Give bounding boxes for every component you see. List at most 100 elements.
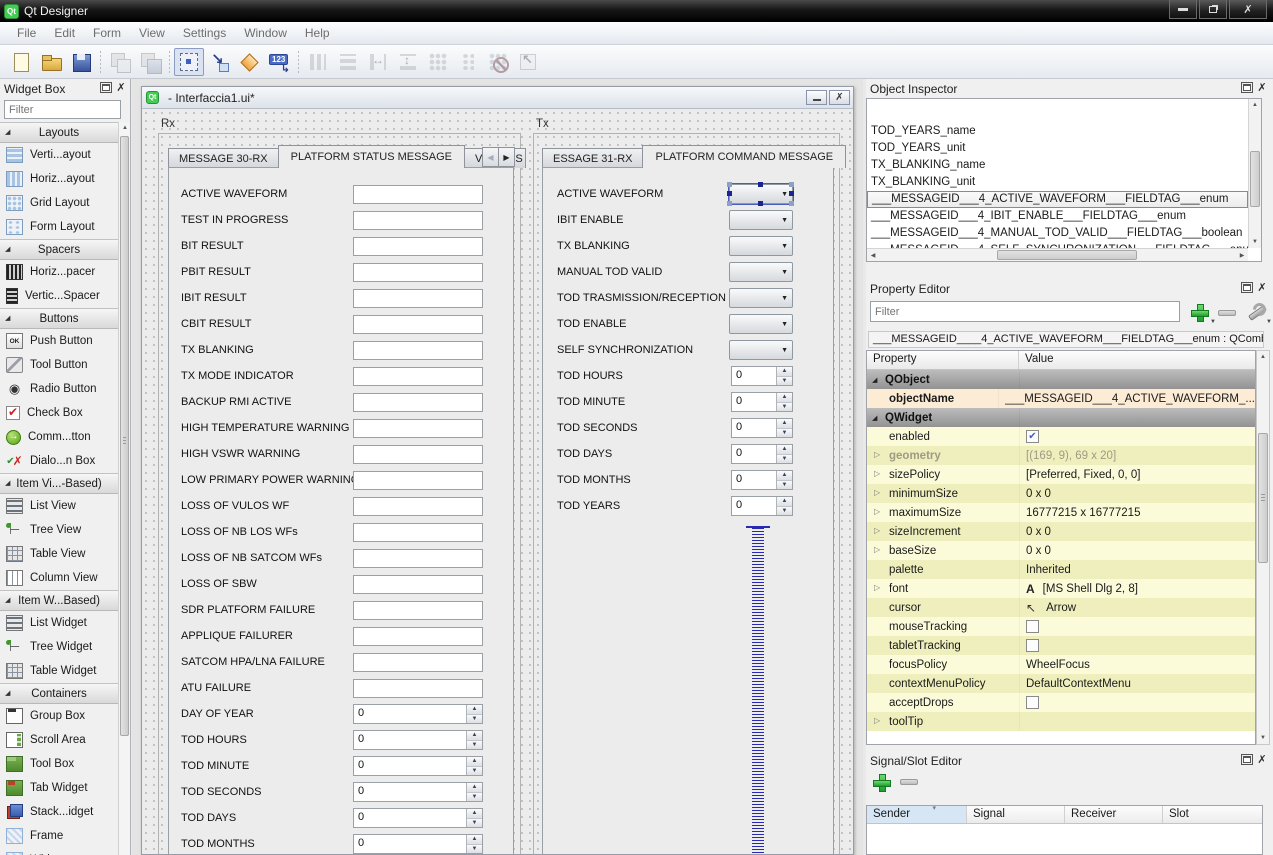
property-row[interactable]: tabletTracking bbox=[867, 636, 1255, 655]
property-row[interactable]: mouseTracking bbox=[867, 617, 1255, 636]
spin-box[interactable]: 0 bbox=[731, 496, 793, 516]
spin-box[interactable]: 0 bbox=[731, 418, 793, 438]
add-dynamic-property-button[interactable] bbox=[1190, 303, 1208, 321]
inspector-item[interactable]: TX_BLANKING_name bbox=[867, 157, 1248, 174]
column-header[interactable]: Slot bbox=[1163, 806, 1262, 823]
widgetbox-entry[interactable]: List Widget bbox=[0, 611, 118, 635]
inspector-item[interactable]: TX_BLANKING_unit bbox=[867, 174, 1248, 191]
scroll-left-icon[interactable] bbox=[867, 249, 879, 261]
widgetbox-entry[interactable]: Group Box bbox=[0, 704, 118, 728]
form-window-titlebar[interactable]: Qt - Interfaccia1.ui* ✗ bbox=[142, 87, 853, 109]
spin-box[interactable]: 0 bbox=[353, 782, 483, 802]
object-inspector-vscrollbar[interactable] bbox=[1248, 99, 1261, 248]
tab-scroll-left-icon[interactable]: ◀ bbox=[482, 147, 499, 167]
spin-arrows-icon[interactable] bbox=[776, 393, 792, 411]
scrollbar-thumb[interactable] bbox=[1258, 433, 1268, 563]
float-dock-button[interactable] bbox=[1241, 282, 1253, 293]
edit-signals-slots-button[interactable] bbox=[204, 48, 234, 76]
line-edit[interactable] bbox=[353, 237, 483, 256]
widgetbox-entry[interactable]: Containers bbox=[0, 683, 118, 704]
line-edit[interactable] bbox=[353, 419, 483, 438]
checkbox[interactable] bbox=[1026, 639, 1039, 652]
edit-widgets-button[interactable] bbox=[174, 48, 204, 76]
widgetbox-entry[interactable]: Tab Widget bbox=[0, 776, 118, 800]
spin-box[interactable]: 0 bbox=[731, 470, 793, 490]
widgetbox-entry[interactable]: Comm...tton bbox=[0, 425, 118, 449]
line-edit[interactable] bbox=[353, 575, 483, 594]
widgetbox-entry[interactable]: Tree View bbox=[0, 518, 118, 542]
tx-group-box[interactable]: Tx ESSAGE 31-RX PLATFORM COMMAND MESSAGE bbox=[533, 133, 840, 854]
column-header[interactable]: Receiver bbox=[1065, 806, 1163, 823]
widgetbox-entry[interactable]: Verti...ayout bbox=[0, 143, 118, 167]
widgetbox-entry[interactable]: Scroll Area bbox=[0, 728, 118, 752]
widgetbox-scrollbar[interactable] bbox=[118, 122, 130, 855]
remove-connection-button[interactable] bbox=[900, 779, 918, 785]
widgetbox-entry[interactable]: Column View bbox=[0, 566, 118, 590]
property-value-cell[interactable] bbox=[1019, 693, 1255, 712]
spin-arrows-icon[interactable] bbox=[466, 809, 482, 827]
menu-item[interactable]: Window bbox=[235, 24, 296, 42]
spin-arrows-icon[interactable] bbox=[466, 705, 482, 723]
spin-box[interactable]: 0 bbox=[353, 704, 483, 724]
widgetbox-entry[interactable]: Item W...Based) bbox=[0, 590, 118, 611]
property-row[interactable]: focusPolicy WheelFocus bbox=[867, 655, 1255, 674]
tab-scroll-right-icon[interactable]: ▶ bbox=[498, 147, 515, 167]
property-editor-scrollbar[interactable] bbox=[1256, 350, 1270, 745]
inspector-item[interactable]: TOD_YEARS_unit bbox=[867, 140, 1248, 157]
line-edit[interactable] bbox=[353, 523, 483, 542]
layout-vertical-button[interactable] bbox=[333, 48, 363, 76]
line-edit[interactable] bbox=[353, 341, 483, 360]
combo-box[interactable] bbox=[729, 288, 793, 308]
scrollbar-thumb[interactable] bbox=[1250, 151, 1260, 207]
widgetbox-entry[interactable]: Layouts bbox=[0, 122, 118, 143]
line-edit[interactable] bbox=[353, 393, 483, 412]
widgetbox-entry[interactable]: Dialo...n Box bbox=[0, 449, 118, 473]
property-value-cell[interactable] bbox=[1019, 712, 1255, 731]
line-edit[interactable] bbox=[353, 627, 483, 646]
menu-item[interactable]: File bbox=[8, 24, 45, 42]
property-value-cell[interactable]: [Preferred, Fixed, 0, 0] bbox=[1019, 465, 1255, 484]
property-row[interactable]: font [MS Shell Dlg 2, 8] bbox=[867, 579, 1255, 598]
layout-horizontal-button[interactable] bbox=[303, 48, 333, 76]
property-row[interactable]: QObject bbox=[867, 370, 1255, 389]
adjust-size-button[interactable] bbox=[513, 48, 543, 76]
property-value-cell[interactable]: 16777215 x 16777215 bbox=[1019, 503, 1255, 522]
cascade-windows-button[interactable] bbox=[105, 48, 135, 76]
property-row[interactable]: toolTip bbox=[867, 712, 1255, 731]
checkbox[interactable] bbox=[1026, 696, 1039, 709]
restore-button[interactable] bbox=[1199, 0, 1227, 19]
line-edit[interactable] bbox=[353, 497, 483, 516]
widgetbox-entry[interactable]: Grid Layout bbox=[0, 191, 118, 215]
scroll-right-icon[interactable] bbox=[1236, 249, 1248, 261]
line-edit[interactable] bbox=[353, 185, 483, 204]
combo-box[interactable] bbox=[729, 262, 793, 282]
widgetbox-entry[interactable]: Radio Button bbox=[0, 377, 118, 401]
property-row[interactable]: minimumSize 0 x 0 bbox=[867, 484, 1255, 503]
close-dock-button[interactable]: ✗ bbox=[1256, 82, 1268, 93]
widgetbox-entry[interactable]: Tool Button bbox=[0, 353, 118, 377]
tile-windows-button[interactable] bbox=[135, 48, 165, 76]
line-edit[interactable] bbox=[353, 315, 483, 334]
break-layout-button[interactable] bbox=[483, 48, 513, 76]
property-value-cell[interactable]: [(169, 9), 69 x 20] bbox=[1019, 446, 1255, 465]
property-value-cell[interactable] bbox=[1019, 617, 1255, 636]
save-form-button[interactable] bbox=[66, 48, 96, 76]
inspector-item[interactable]: TOD_YEARS_name bbox=[867, 123, 1248, 140]
combo-box[interactable] bbox=[729, 236, 793, 256]
property-value-cell[interactable] bbox=[1019, 408, 1255, 427]
widgetbox-entry[interactable]: Buttons bbox=[0, 308, 118, 329]
widgetbox-entry[interactable]: Widget bbox=[0, 848, 118, 855]
close-button[interactable]: ✗ bbox=[1229, 0, 1267, 19]
combo-box[interactable] bbox=[729, 210, 793, 230]
widgetbox-entry[interactable]: Horiz...pacer bbox=[0, 260, 118, 284]
spin-arrows-icon[interactable] bbox=[466, 757, 482, 775]
property-value-cell[interactable]: 0 x 0 bbox=[1019, 541, 1255, 560]
scroll-down-icon[interactable] bbox=[1257, 732, 1269, 744]
line-edit[interactable] bbox=[353, 263, 483, 282]
float-dock-button[interactable] bbox=[1241, 754, 1253, 765]
layout-form-button[interactable] bbox=[453, 48, 483, 76]
property-value-cell[interactable]: DefaultContextMenu bbox=[1019, 674, 1255, 693]
menu-item[interactable]: View bbox=[130, 24, 174, 42]
combo-box[interactable] bbox=[729, 340, 793, 360]
property-row[interactable]: palette Inherited bbox=[867, 560, 1255, 579]
